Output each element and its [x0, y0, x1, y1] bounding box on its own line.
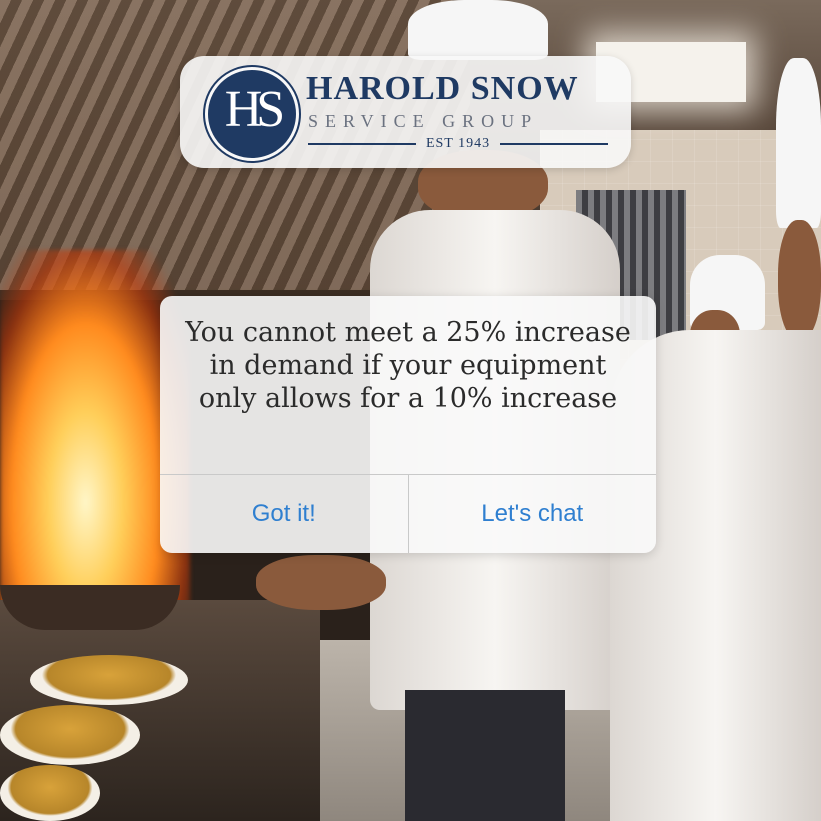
- lets-chat-button[interactable]: Let's chat: [409, 475, 657, 553]
- established-text: EST 1943: [425, 136, 491, 151]
- chef-hat: [408, 0, 548, 60]
- brand-name: HAROLD SNOW: [306, 70, 579, 107]
- chef-arm: [256, 555, 386, 610]
- message-dialog: You cannot meet a 25% increase in demand…: [160, 296, 656, 553]
- monogram-emblem: HS: [203, 65, 301, 163]
- divider-line: [500, 143, 609, 145]
- established-row: EST 1943: [308, 134, 609, 154]
- brand-subtitle: SERVICE GROUP: [308, 111, 539, 131]
- food-bowl: [0, 765, 100, 821]
- chef-hat: [776, 58, 821, 228]
- chef-face: [778, 220, 821, 340]
- food-bowl: [30, 655, 188, 705]
- dialog-actions: Got it! Let's chat: [160, 475, 656, 553]
- got-it-button[interactable]: Got it!: [160, 475, 408, 553]
- food-bowl: [0, 705, 140, 765]
- frying-pan: [0, 585, 180, 630]
- divider-line: [308, 143, 416, 145]
- chef-trousers: [405, 690, 565, 821]
- dialog-message: You cannot meet a 25% increase in demand…: [185, 317, 631, 414]
- monogram-text: HS: [224, 81, 285, 138]
- brand-logo: HS HAROLD SNOW SERVICE GROUP EST 1943: [180, 56, 631, 168]
